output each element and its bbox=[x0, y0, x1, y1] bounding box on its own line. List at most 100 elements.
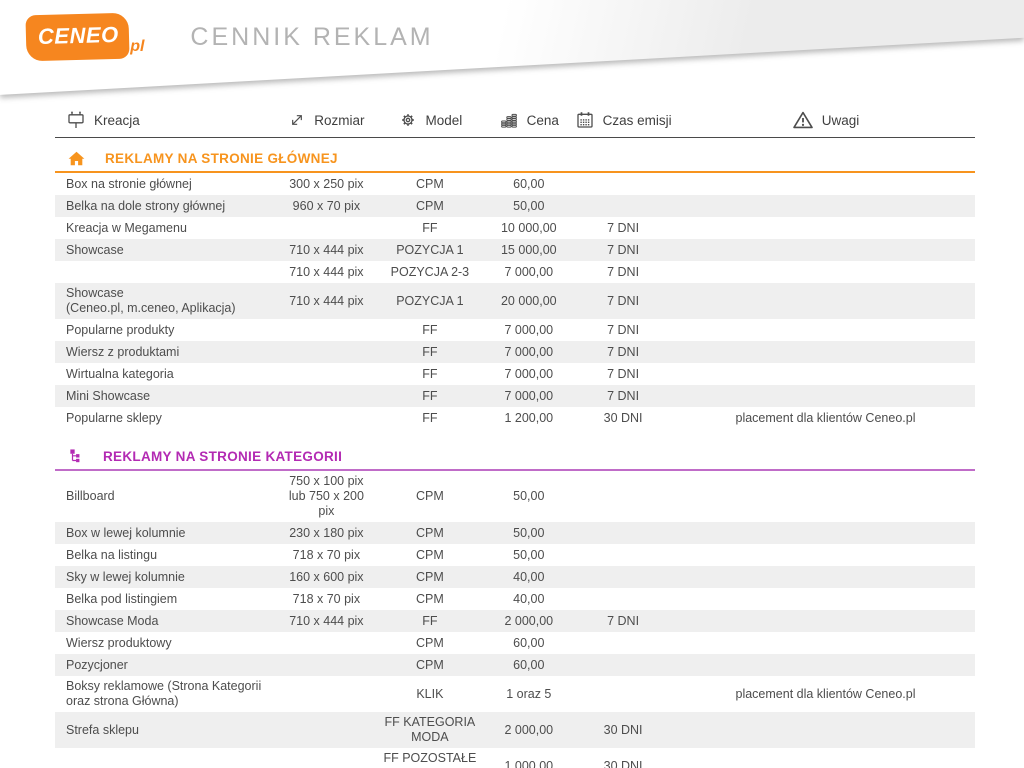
cell-rozmiar: 300 x 250 pix bbox=[280, 176, 372, 193]
cell-cena: 1 000,00 bbox=[487, 758, 570, 768]
column-header-rozmiar: Rozmiar bbox=[280, 110, 372, 130]
cell-cena: 60,00 bbox=[487, 657, 570, 674]
column-header-czas: Czas emisji bbox=[570, 110, 676, 130]
cell-czas: 7 DNI bbox=[570, 388, 676, 405]
table-sections: REKLAMY NA STRONIE GŁÓWNEJ Box na stronie… bbox=[55, 148, 975, 768]
cell-kreacja: Strefa sklepu bbox=[55, 722, 280, 739]
table-row: Boksy reklamowe (Strona Kategorii oraz s… bbox=[55, 676, 975, 712]
home-icon bbox=[68, 151, 85, 166]
cell-kreacja: Billboard bbox=[55, 488, 280, 505]
cell-czas: 7 DNI bbox=[570, 366, 676, 383]
column-header-cena: Cena bbox=[487, 110, 570, 130]
cell-model: CPM bbox=[372, 176, 487, 193]
cell-uwagi bbox=[676, 300, 975, 302]
table-row: Showcase (Ceneo.pl, m.ceneo, Aplikacja)7… bbox=[55, 283, 975, 319]
cell-cena: 1 oraz 5 bbox=[487, 686, 570, 703]
cell-kreacja bbox=[55, 765, 280, 767]
section-title: REKLAMY NA STRONIE KATEGORII bbox=[103, 449, 342, 464]
cell-kreacja: Box na stronie głównej bbox=[55, 176, 280, 193]
cell-kreacja: Belka na listingu bbox=[55, 547, 280, 564]
column-header-uwagi: Uwagi bbox=[676, 110, 975, 130]
cell-model: FF bbox=[372, 410, 487, 427]
cell-czas bbox=[570, 576, 676, 578]
table-row: PozycjonerCPM60,00 bbox=[55, 654, 975, 676]
cell-uwagi bbox=[676, 183, 975, 185]
cell-czas: 30 DNI bbox=[570, 722, 676, 739]
cell-kreacja: Wiersz z produktami bbox=[55, 344, 280, 361]
cell-czas: 7 DNI bbox=[570, 220, 676, 237]
cell-rozmiar: 710 x 444 pix bbox=[280, 242, 372, 259]
cell-uwagi bbox=[676, 249, 975, 251]
cell-model: FF bbox=[372, 613, 487, 630]
cell-cena: 2 000,00 bbox=[487, 722, 570, 739]
cell-kreacja: Showcase (Ceneo.pl, m.ceneo, Aplikacja) bbox=[55, 285, 280, 317]
cell-model: CPM bbox=[372, 635, 487, 652]
table-row: Wiersz produktowy CPM60,00 bbox=[55, 632, 975, 654]
table-row: Kreacja w MegamenuFF10 000,007 DNI bbox=[55, 217, 975, 239]
cell-rozmiar: 718 x 70 pix bbox=[280, 547, 372, 564]
table-row: FF POZOSTAŁE KATEGORIE1 000,0030 DNI bbox=[55, 748, 975, 768]
cell-cena: 40,00 bbox=[487, 569, 570, 586]
cell-uwagi bbox=[676, 598, 975, 600]
cell-cena: 10 000,00 bbox=[487, 220, 570, 237]
cell-cena: 60,00 bbox=[487, 635, 570, 652]
cell-model: FF bbox=[372, 344, 487, 361]
section-header-kategorii: REKLAMY NA STRONIE KATEGORII bbox=[55, 445, 975, 471]
page-title: CENNIK REKLAM bbox=[190, 23, 433, 60]
cell-czas bbox=[570, 205, 676, 207]
column-label: Cena bbox=[527, 113, 559, 128]
table-row: Billboard750 x 100 pix lub 750 x 200 pix… bbox=[55, 471, 975, 522]
cell-model: CPM bbox=[372, 591, 487, 608]
cell-model: CPM bbox=[372, 488, 487, 505]
column-label: Czas emisji bbox=[603, 113, 672, 128]
column-header-kreacja: Kreacja bbox=[55, 110, 280, 130]
section-title: REKLAMY NA STRONIE GŁÓWNEJ bbox=[105, 151, 338, 166]
cell-uwagi: placement dla klientów Ceneo.pl bbox=[676, 686, 975, 703]
cell-uwagi: placement dla klientów Ceneo.pl bbox=[676, 410, 975, 427]
cell-czas: 30 DNI bbox=[570, 410, 676, 427]
cell-uwagi bbox=[676, 205, 975, 207]
cell-czas: 7 DNI bbox=[570, 613, 676, 630]
cell-model: FF bbox=[372, 366, 487, 383]
cell-rozmiar bbox=[280, 417, 372, 419]
table-row: Belka pod listingiem718 x 70 pixCPM40,00 bbox=[55, 588, 975, 610]
cell-rozmiar: 710 x 444 pix bbox=[280, 613, 372, 630]
cell-uwagi bbox=[676, 351, 975, 353]
cell-rozmiar: 750 x 100 pix lub 750 x 200 pix bbox=[280, 473, 372, 520]
cell-kreacja: Boksy reklamowe (Strona Kategorii oraz s… bbox=[55, 678, 280, 710]
coins-icon bbox=[499, 110, 519, 130]
cell-rozmiar: 710 x 444 pix bbox=[280, 293, 372, 310]
section-glowna: REKLAMY NA STRONIE GŁÓWNEJ Box na stronie… bbox=[55, 148, 975, 429]
cell-rozmiar: 960 x 70 pix bbox=[280, 198, 372, 215]
cell-czas: 7 DNI bbox=[570, 322, 676, 339]
cell-cena: 2 000,00 bbox=[487, 613, 570, 630]
cell-czas: 7 DNI bbox=[570, 293, 676, 310]
cell-uwagi bbox=[676, 620, 975, 622]
section-header-glowna: REKLAMY NA STRONIE GŁÓWNEJ bbox=[55, 148, 975, 173]
cell-uwagi bbox=[676, 329, 975, 331]
column-label: Kreacja bbox=[94, 113, 140, 128]
cell-uwagi bbox=[676, 395, 975, 397]
cell-kreacja: Popularne produkty bbox=[55, 322, 280, 339]
table-row: Sky w lewej kolumnie160 x 600 pixCPM40,0… bbox=[55, 566, 975, 588]
cell-cena: 40,00 bbox=[487, 591, 570, 608]
cell-uwagi bbox=[676, 227, 975, 229]
cell-rozmiar bbox=[280, 693, 372, 695]
cell-kreacja: Wiersz produktowy bbox=[55, 635, 280, 652]
cell-rozmiar: 160 x 600 pix bbox=[280, 569, 372, 586]
cell-model: FF bbox=[372, 388, 487, 405]
cell-kreacja: Popularne sklepy bbox=[55, 410, 280, 427]
column-label: Uwagi bbox=[822, 113, 860, 128]
table-row: Popularne produktyFF7 000,007 DNI bbox=[55, 319, 975, 341]
resize-icon bbox=[288, 111, 306, 129]
gear-icon bbox=[398, 110, 418, 130]
cell-model: POZYCJA 2-3 bbox=[372, 264, 487, 281]
cell-cena: 50,00 bbox=[487, 547, 570, 564]
cell-model: POZYCJA 1 bbox=[372, 293, 487, 310]
table-row: 710 x 444 pixPOZYCJA 2-37 000,007 DNI bbox=[55, 261, 975, 283]
cell-model: FF KATEGORIA MODA bbox=[372, 714, 487, 746]
cell-czas bbox=[570, 532, 676, 534]
cell-czas bbox=[570, 598, 676, 600]
cell-kreacja: Showcase bbox=[55, 242, 280, 259]
cell-cena: 20 000,00 bbox=[487, 293, 570, 310]
